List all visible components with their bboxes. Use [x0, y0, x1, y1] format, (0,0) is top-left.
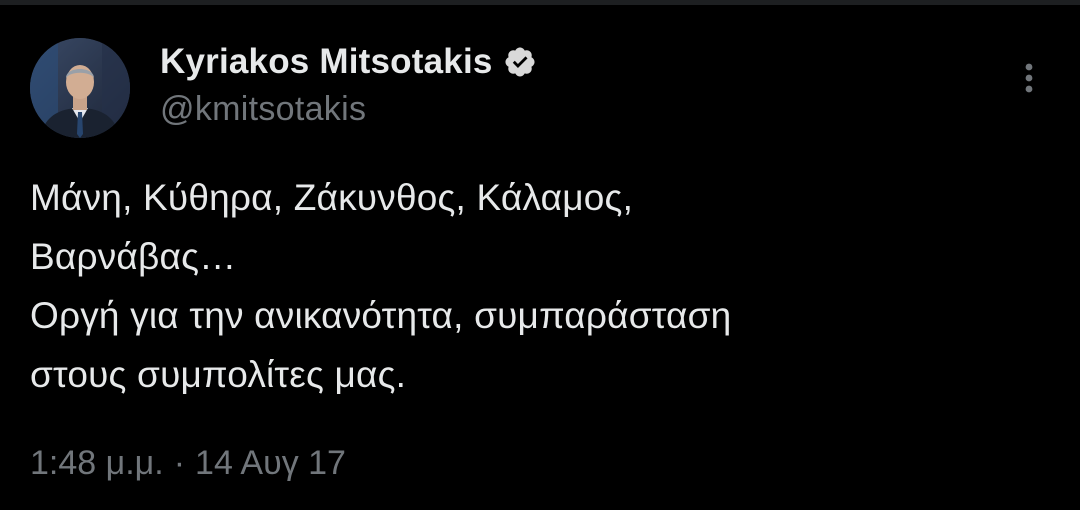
verified-badge-icon: [503, 45, 537, 79]
avatar-image: [30, 38, 130, 138]
name-row: Kyriakos Mitsotakis: [160, 40, 537, 84]
tweet-time: 1:48 μ.μ.: [30, 444, 164, 482]
author-block: Kyriakos Mitsotakis @kmitsotakis: [160, 40, 537, 129]
tweet-timestamp[interactable]: 1:48 μ.μ. · 14 Αυγ 17: [30, 444, 346, 483]
tweet-date: 14 Αυγ 17: [195, 444, 346, 482]
tweet-text-line: Οργή για την ανικανότητα, συμπαράσταση: [30, 295, 732, 336]
tweet: Kyriakos Mitsotakis @kmitsotakis Μάνη, Κ…: [0, 0, 1080, 510]
tweet-text-line: στους συμπολίτες μας.: [30, 354, 407, 395]
meta-separator: ·: [173, 444, 186, 482]
avatar[interactable]: [30, 38, 130, 138]
tweet-text-line: Μάνη, Κύθηρα, Ζάκυνθος, Κάλαμος,: [30, 177, 634, 218]
tweet-text-line: Βαρνάβας…: [30, 236, 237, 277]
more-options-icon[interactable]: [1014, 58, 1044, 98]
tweet-text: Μάνη, Κύθηρα, Ζάκυνθος, Κάλαμος, Βαρνάβα…: [30, 168, 1050, 404]
author-handle[interactable]: @kmitsotakis: [160, 90, 537, 129]
author-display-name[interactable]: Kyriakos Mitsotakis: [160, 42, 493, 82]
